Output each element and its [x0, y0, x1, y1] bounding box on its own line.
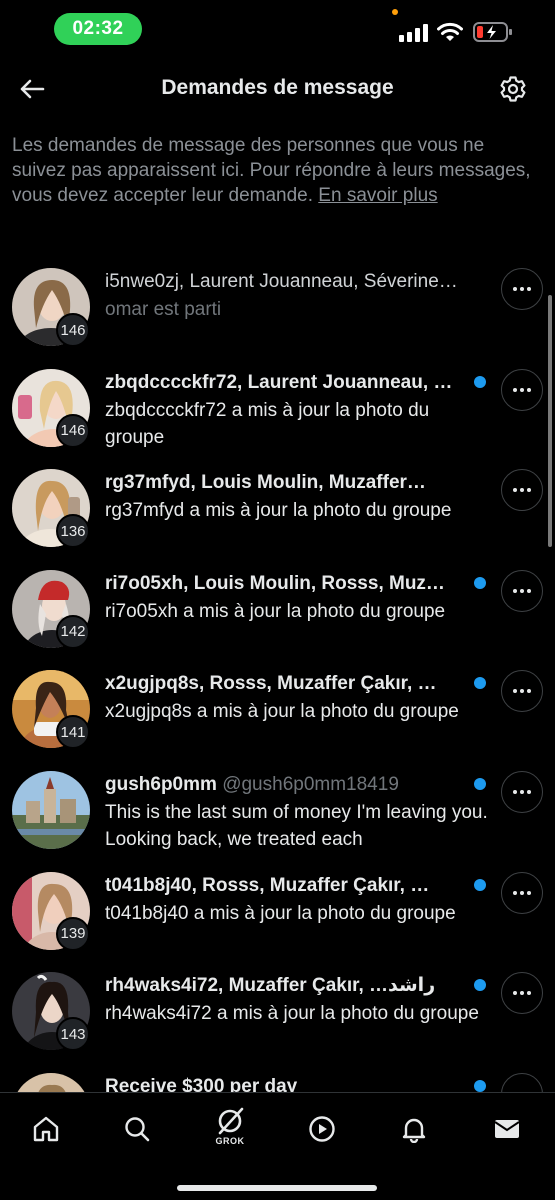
battery-low-icon — [473, 22, 512, 42]
tab-grok[interactable] — [210, 1101, 250, 1141]
unread-indicator — [474, 878, 486, 891]
tab-notifications[interactable] — [394, 1109, 434, 1149]
member-count-badge: 141 — [56, 715, 90, 750]
unread-indicator — [474, 1079, 486, 1092]
home-indicator[interactable] — [177, 1185, 377, 1191]
sender-name: gush6p0mm — [105, 773, 217, 795]
conversation-preview: zbqdcccckfr72 a mis à jour la photo du g… — [105, 399, 430, 448]
bell-icon — [402, 1118, 426, 1143]
conversation-title: gush6p0mm @gush6p0mm18419 — [105, 773, 475, 797]
search-icon — [125, 1117, 150, 1142]
more-options-button[interactable] — [501, 368, 543, 411]
gear-icon — [500, 76, 526, 102]
grok-icon — [218, 1107, 244, 1135]
list-item[interactable]: 142 ri7o05xh, Louis Moulin, Rosss, Muz… … — [0, 560, 555, 661]
conversation-preview: x2ugjpq8s a mis à jour la photo du group… — [105, 701, 459, 723]
page-title: Demandes de message — [161, 76, 394, 99]
mail-icon — [494, 1120, 520, 1138]
play-icon — [309, 1116, 335, 1142]
info-description: Les demandes de message des personnes qu… — [12, 135, 531, 206]
more-options-button[interactable] — [501, 268, 543, 310]
tab-home[interactable] — [26, 1109, 66, 1149]
more-options-button[interactable] — [501, 770, 543, 813]
more-options-button[interactable] — [501, 871, 543, 914]
scrollbar[interactable] — [548, 295, 552, 547]
more-options-button[interactable] — [501, 670, 543, 713]
conversation-preview: rh4waks4i72 a mis à jour la photo du gro… — [105, 1003, 479, 1025]
header: Demandes de message — [0, 58, 555, 120]
tab-video[interactable] — [302, 1109, 342, 1149]
more-options-button[interactable] — [501, 972, 543, 1015]
unread-indicator — [474, 979, 486, 992]
conversation-title: zbqdcccckfr72, Laurent Jouanneau, … — [105, 371, 453, 393]
avatar — [12, 770, 90, 849]
list-item[interactable]: gush6p0mm @gush6p0mm18419 This is the la… — [0, 761, 555, 862]
cellular-signal-icon — [399, 24, 428, 42]
tab-grok-label: GROK — [215, 1136, 245, 1146]
conversation-preview: omar est parti — [105, 299, 222, 320]
privacy-indicator-dot — [392, 9, 398, 15]
member-count-badge: 139 — [56, 916, 90, 951]
settings-button[interactable] — [496, 72, 530, 106]
conversation-title: rh4waks4i72, Muzaffer Çakır, …راشد — [105, 975, 436, 997]
status-time: 02:32 — [54, 13, 142, 45]
list-item[interactable]: 141 x2ugjpq8s, Rosss, Muzaffer Çakır, … … — [0, 660, 555, 761]
conversation-preview: ri7o05xh a mis à jour la photo du groupe — [105, 600, 446, 622]
more-options-button[interactable] — [501, 569, 543, 612]
conversation-title: i5nwe0zj, Laurent Jouanneau, Séverine… — [105, 271, 458, 292]
list-item[interactable]: 143 rh4waks4i72, Muzaffer Çakır, …راشد r… — [0, 962, 555, 1063]
info-text: Les demandes de message des personnes qu… — [12, 133, 542, 208]
unread-indicator — [474, 375, 486, 388]
more-options-button[interactable] — [501, 469, 543, 512]
bottom-tab-bar: GROK — [0, 1092, 555, 1200]
wifi-icon — [437, 22, 463, 41]
tab-search[interactable] — [117, 1109, 157, 1149]
tab-messages[interactable] — [487, 1109, 527, 1149]
sender-handle: @gush6p0mm18419 — [222, 773, 399, 795]
conversation-title: rg37mfyd, Louis Moulin, Muzaffer… — [105, 472, 426, 494]
member-count-badge: 143 — [56, 1017, 90, 1052]
member-count-badge: 146 — [56, 313, 90, 347]
status-bar: 02:32 — [0, 0, 555, 58]
learn-more-link[interactable]: En savoir plus — [318, 185, 437, 206]
conversation-preview: This is the last sum of money I'm leavin… — [105, 801, 488, 850]
conversation-title: x2ugjpq8s, Rosss, Muzaffer Çakır, … — [105, 673, 437, 695]
message-request-list: 146 i5nwe0zj, Laurent Jouanneau, Séverin… — [0, 258, 555, 1163]
home-icon — [33, 1116, 59, 1142]
list-item[interactable]: 136 rg37mfyd, Louis Moulin, Muzaffer… rg… — [0, 459, 555, 560]
unread-indicator — [474, 677, 486, 690]
conversation-preview: rg37mfyd a mis à jour la photo du groupe — [105, 500, 452, 522]
conversation-preview: t041b8j40 a mis à jour la photo du group… — [105, 902, 456, 924]
unread-indicator — [474, 576, 486, 589]
conversation-title: t041b8j40, Rosss, Muzaffer Çakır, … — [105, 874, 430, 896]
list-item[interactable]: 146 zbqdcccckfr72, Laurent Jouanneau, … … — [0, 359, 555, 460]
list-item[interactable]: 139 t041b8j40, Rosss, Muzaffer Çakır, … … — [0, 862, 555, 963]
conversation-title: ri7o05xh, Louis Moulin, Rosss, Muz… — [105, 572, 445, 594]
unread-indicator — [474, 777, 486, 790]
member-count-badge: 142 — [56, 614, 90, 649]
member-count-badge: 146 — [56, 413, 90, 448]
member-count-badge: 136 — [56, 514, 90, 549]
list-item[interactable]: 146 i5nwe0zj, Laurent Jouanneau, Séverin… — [0, 258, 555, 359]
